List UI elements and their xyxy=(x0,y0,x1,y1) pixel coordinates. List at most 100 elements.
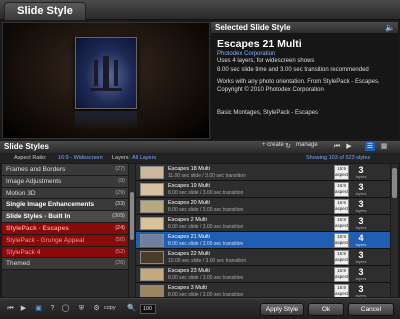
category-label: Frames and Borders xyxy=(6,166,66,173)
filter-bar: Aspect Ratio: 16:9 - Widescreen Layers: … xyxy=(0,153,400,163)
category-label: Image Adjustments xyxy=(6,177,62,185)
style-row[interactable]: Escapes 19 Multi 8.00 sec slide / 3.00 se… xyxy=(136,181,390,198)
category-count: (27) xyxy=(115,166,125,172)
style-row-duration: 8.00 sec slide / 3.00 sec transition xyxy=(168,224,244,230)
category-label: Single Image Enhancements xyxy=(6,201,95,209)
style-list-scrollbar[interactable] xyxy=(391,164,398,297)
category-item[interactable]: StylePack - Grunge Appeal (50) xyxy=(2,234,128,247)
styles-panel-title: Slide Styles xyxy=(4,142,49,151)
aspect-badge-label: aspect xyxy=(335,206,349,211)
help-icon[interactable]: ? xyxy=(47,303,58,314)
copy-button[interactable]: copy xyxy=(104,305,116,311)
gear-icon[interactable]: ⚙ xyxy=(91,303,102,314)
category-item[interactable]: Image Adjustments (9) xyxy=(2,175,128,188)
manage-button[interactable]: manage xyxy=(296,142,318,148)
style-row-duration: 8.00 sec slide / 3.00 sec transition xyxy=(168,292,244,297)
grid-view-icon[interactable]: ▦ xyxy=(379,142,389,151)
category-item[interactable]: StylePack 4 (52) xyxy=(2,246,128,259)
preview-mode-icon[interactable]: ▣ xyxy=(33,303,44,314)
style-row[interactable]: Escapes 20 Multi 8.00 sec slide / 3.00 se… xyxy=(136,198,390,215)
create-button[interactable]: + create xyxy=(262,142,284,148)
category-scrollbar[interactable] xyxy=(129,164,135,297)
aspect-badge-label: aspect xyxy=(335,257,349,262)
style-thumbnail xyxy=(140,285,164,297)
layers-count-unit: layers xyxy=(355,276,367,281)
timer-icon[interactable]: ◯ xyxy=(60,303,71,314)
aspect-badge-label: aspect xyxy=(335,189,349,194)
style-row-duration: 8.00 sec slide / 3.00 sec transition xyxy=(168,275,244,281)
style-row[interactable]: Escapes 2 Multi 8.00 sec slide / 3.00 sec… xyxy=(136,215,390,232)
style-row-duration: 8.00 sec slide / 3.00 sec transition xyxy=(168,241,244,247)
style-row[interactable]: Escapes 23 Multi 8.00 sec slide / 3.00 se… xyxy=(136,266,390,283)
aspect-badge: 16:9 aspect xyxy=(334,233,349,248)
search-icon[interactable]: 🔍 xyxy=(126,303,137,314)
selected-style-header-label: Selected Slide Style xyxy=(215,23,291,32)
category-count: (52) xyxy=(115,248,125,255)
layers-count: 3 layers xyxy=(354,182,368,197)
list-view-icon[interactable]: ☰ xyxy=(365,142,375,151)
category-count: (9) xyxy=(118,177,125,184)
category-count: (24) xyxy=(115,224,125,231)
category-list: Frames and Borders (27) Image Adjustments (… xyxy=(2,164,128,297)
style-thumbnail xyxy=(140,268,164,281)
layers-filter-label: Layers: xyxy=(112,155,131,161)
category-item[interactable]: Motion 3D (29) xyxy=(2,187,128,200)
style-row[interactable]: Escapes 21 Multi 8.00 sec slide / 3.00 se… xyxy=(136,232,390,249)
aspect-badge: 16:9 aspect xyxy=(334,216,349,231)
category-item[interactable]: StylePack - Escapes (24) xyxy=(2,222,128,235)
aspect-badge-label: aspect xyxy=(335,240,349,245)
layers-count-unit: layers xyxy=(355,293,367,298)
style-row[interactable]: Escapes 22 Multi 10.00 sec slide / 3.00 s… xyxy=(136,249,390,266)
category-item[interactable]: Slide Styles - Built In (305) xyxy=(2,211,128,223)
zoom-field[interactable]: 100 xyxy=(140,304,156,314)
category-scrollbar-thumb[interactable] xyxy=(130,192,134,240)
bottom-toolbar: ⏮ ▶ ▣ ? ◯ ⛨ ⚙ copy 🔍 100 Apply Style Ok … xyxy=(0,298,400,319)
aspect-badge: 16:9 aspect xyxy=(334,165,349,180)
ok-button[interactable]: Ok xyxy=(308,303,344,316)
layers-count: 3 layers xyxy=(354,165,368,180)
category-count: (33) xyxy=(115,201,125,208)
skip-back-icon[interactable]: ⏮ xyxy=(332,142,342,151)
category-count: (29) xyxy=(115,189,125,196)
preview-reflection xyxy=(75,111,137,131)
style-list: Escapes 18 Multi 11.00 sec slide / 3.00 s… xyxy=(136,164,390,297)
style-row-name: Escapes 21 Multi xyxy=(168,234,210,240)
category-count: (305) xyxy=(112,213,125,220)
layers-count-unit: layers xyxy=(355,208,367,213)
speaker-icon[interactable]: 🔈 xyxy=(385,22,395,33)
category-item[interactable]: Frames and Borders (27) xyxy=(2,164,128,176)
play-icon[interactable]: ▶ xyxy=(344,142,354,151)
aspect-badge-label: aspect xyxy=(335,223,349,228)
skip-back-icon[interactable]: ⏮ xyxy=(5,303,16,314)
aspect-badge-label: aspect xyxy=(335,172,349,177)
style-row-name: Escapes 20 Multi xyxy=(168,200,210,206)
tab-slide-style[interactable]: Slide Style xyxy=(4,2,86,20)
style-row-duration: 11.00 sec slide / 3.00 sec transition xyxy=(168,173,246,179)
layers-filter-select[interactable]: All Layers xyxy=(132,153,156,163)
preview-photo xyxy=(75,37,137,109)
apply-style-button[interactable]: Apply Style xyxy=(260,303,304,316)
style-desc-line2: 8.00 sec slide time and 3.00 sec transit… xyxy=(217,66,369,73)
aspect-ratio-select[interactable]: 16:9 - Widescreen xyxy=(58,153,103,163)
refresh-icon[interactable]: ↻ xyxy=(283,142,293,151)
styles-panel-header: Slide Styles + create ↻ manage ⏮ ▶ ☰ ▦ xyxy=(0,141,400,153)
play-icon[interactable]: ▶ xyxy=(18,303,29,314)
aspect-badge: 16:9 aspect xyxy=(334,267,349,282)
aspect-badge: 16:9 aspect xyxy=(334,182,349,197)
style-row-duration: 8.00 sec slide / 3.00 sec transition xyxy=(168,190,244,196)
layers-count: 4 layers xyxy=(354,233,368,248)
category-label: Themed xyxy=(6,260,30,268)
cancel-button[interactable]: Cancel xyxy=(348,303,394,316)
style-row[interactable]: Escapes 3 Multi 8.00 sec slide / 3.00 sec… xyxy=(136,283,390,297)
style-name: Escapes 21 Multi xyxy=(217,38,302,50)
aspect-badge-label: aspect xyxy=(335,274,349,279)
style-list-scrollbar-thumb[interactable] xyxy=(392,168,397,198)
category-item[interactable]: Single Image Enhancements (33) xyxy=(2,199,128,212)
shield-icon[interactable]: ⛨ xyxy=(76,303,87,314)
style-row[interactable]: Escapes 18 Multi 11.00 sec slide / 3.00 s… xyxy=(136,164,390,181)
layers-count: 3 layers xyxy=(354,267,368,282)
layers-count-unit: layers xyxy=(355,174,367,179)
category-count: (50) xyxy=(115,236,125,243)
category-item[interactable]: Themed (26) xyxy=(2,258,128,271)
style-desc-line1: Uses 4 layers, for widescreen shows xyxy=(217,58,315,64)
